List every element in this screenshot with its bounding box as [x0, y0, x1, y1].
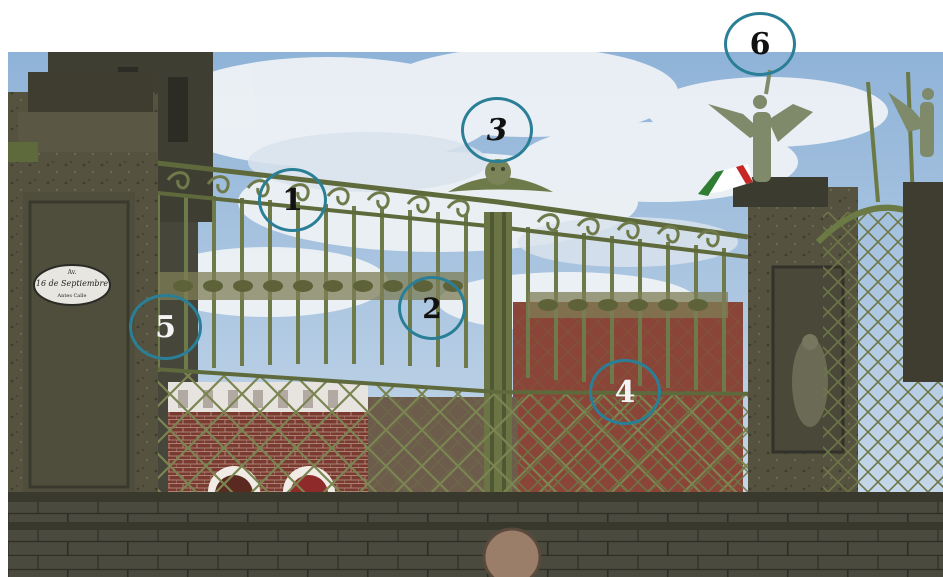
plaque-line3: Antes Calle	[57, 293, 87, 299]
callout-marker-3: 3	[461, 97, 533, 163]
callout-marker-1: 1	[258, 168, 327, 232]
callout-marker-2: 2	[398, 276, 466, 340]
callout-marker-5: 5	[129, 294, 202, 360]
plaque-line2: 16 de Septiembre	[36, 279, 108, 288]
callout-marker-6: 6	[724, 12, 796, 76]
plaque-line1: Av.	[67, 269, 77, 276]
annotated-photo: Av. 16 de Septiembre Antes Calle 1 2 3 4…	[0, 0, 943, 577]
callout-marker-4: 4	[589, 359, 661, 425]
